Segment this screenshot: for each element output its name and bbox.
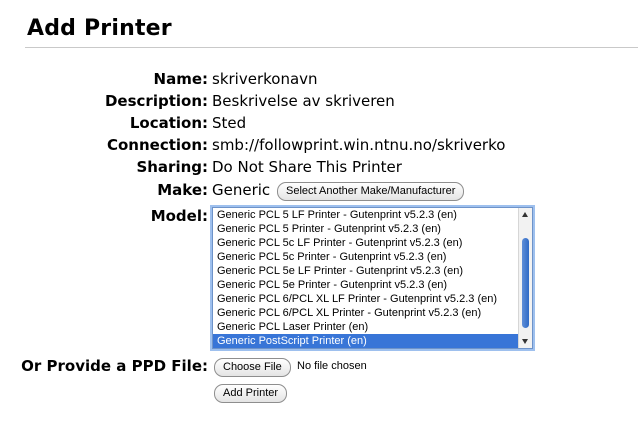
file-status: No file chosen	[297, 360, 367, 372]
name-label: Name:	[153, 70, 208, 88]
model-scrollbar[interactable]	[518, 208, 532, 348]
model-option[interactable]: Generic PCL 5c LF Printer - Gutenprint v…	[213, 236, 518, 250]
description-value: Beskrivelse av skriveren	[212, 92, 395, 110]
ppd-label: Or Provide a PPD File:	[21, 357, 208, 375]
model-option[interactable]: Generic PCL 5 LF Printer - Gutenprint v5…	[213, 208, 518, 222]
connection-label: Connection:	[106, 136, 208, 154]
sharing-label: Sharing:	[136, 158, 208, 176]
select-make-button[interactable]: Select Another Make/Manufacturer	[277, 182, 465, 201]
title-divider	[25, 47, 638, 48]
model-option[interactable]: Generic PCL 5 Printer - Gutenprint v5.2.…	[213, 222, 518, 236]
name-value: skriverkonavn	[212, 70, 318, 88]
model-options: Generic PCL 5 LF Printer - Gutenprint v5…	[213, 208, 518, 348]
connection-value: smb://followprint.win.ntnu.no/skriverko	[212, 136, 506, 154]
model-listbox[interactable]: Generic PCL 5 LF Printer - Gutenprint v5…	[212, 207, 533, 349]
location-value: Sted	[212, 114, 247, 132]
model-option[interactable]: Generic PCL 6/PCL XL Printer - Gutenprin…	[213, 306, 518, 320]
location-label: Location:	[129, 114, 208, 132]
scroll-down-arrow-icon[interactable]	[522, 339, 528, 344]
model-option[interactable]: Generic PostScript Printer (en)	[213, 334, 518, 348]
make-value: Generic	[212, 181, 271, 199]
model-option[interactable]: Generic PCL 5c Printer - Gutenprint v5.2…	[213, 250, 518, 264]
sharing-value: Do Not Share This Printer	[212, 158, 402, 176]
description-label: Description:	[104, 92, 208, 110]
page-title: Add Printer	[27, 16, 172, 41]
model-option[interactable]: Generic PCL 5e LF Printer - Gutenprint v…	[213, 264, 518, 278]
model-option[interactable]: Generic PCL Laser Printer (en)	[213, 320, 518, 334]
scroll-thumb[interactable]	[522, 238, 529, 328]
add-printer-button[interactable]: Add Printer	[214, 384, 288, 403]
make-label: Make:	[157, 181, 208, 199]
model-option[interactable]: Generic PCL 5e Printer - Gutenprint v5.2…	[213, 278, 518, 292]
choose-file-button[interactable]: Choose File	[214, 358, 291, 377]
scroll-up-arrow-icon[interactable]	[522, 212, 528, 217]
model-option[interactable]: Generic PCL 6/PCL XL LF Printer - Gutenp…	[213, 292, 518, 306]
model-label: Model:	[150, 207, 208, 225]
